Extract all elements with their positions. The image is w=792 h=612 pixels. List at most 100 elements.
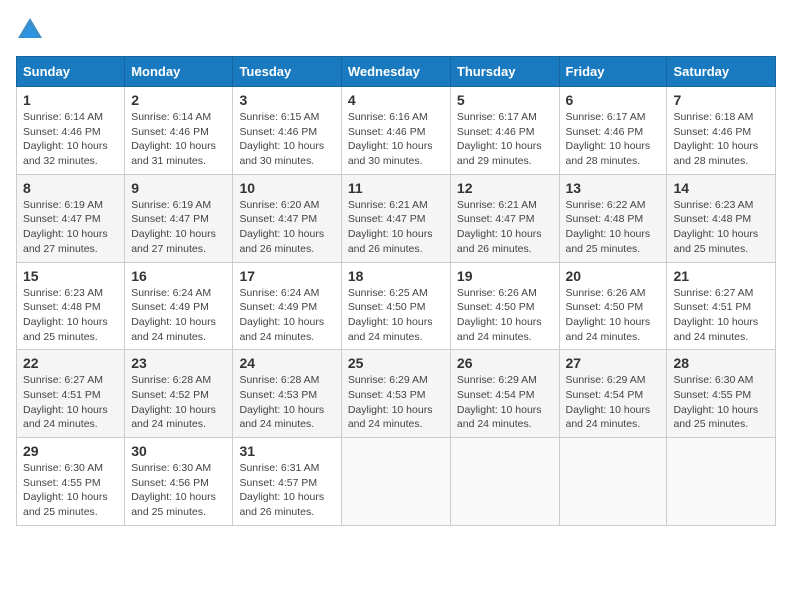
day-info: Sunrise: 6:16 AMSunset: 4:46 PMDaylight:… — [348, 110, 444, 169]
logo-icon — [16, 16, 44, 44]
calendar-cell — [667, 438, 776, 526]
day-info: Sunrise: 6:28 AMSunset: 4:53 PMDaylight:… — [239, 373, 334, 432]
calendar-cell: 4 Sunrise: 6:16 AMSunset: 4:46 PMDaylight… — [341, 87, 450, 175]
day-info: Sunrise: 6:26 AMSunset: 4:50 PMDaylight:… — [457, 286, 553, 345]
calendar-cell: 22 Sunrise: 6:27 AMSunset: 4:51 PMDayligh… — [17, 350, 125, 438]
calendar-cell: 25 Sunrise: 6:29 AMSunset: 4:53 PMDayligh… — [341, 350, 450, 438]
header-cell-thursday: Thursday — [450, 57, 559, 87]
day-info: Sunrise: 6:20 AMSunset: 4:47 PMDaylight:… — [239, 198, 334, 257]
day-info: Sunrise: 6:30 AMSunset: 4:55 PMDaylight:… — [23, 461, 118, 520]
calendar-cell: 11Sunrise: 6:21 AMSunset: 4:47 PMDayligh… — [341, 174, 450, 262]
day-info: Sunrise: 6:14 AMSunset: 4:46 PMDaylight:… — [23, 110, 118, 169]
day-info: Sunrise: 6:28 AMSunset: 4:52 PMDaylight:… — [131, 373, 226, 432]
day-info: Sunrise: 6:17 AMSunset: 4:46 PMDaylight:… — [457, 110, 553, 169]
day-number: 22 — [23, 355, 118, 371]
day-number: 31 — [239, 443, 334, 459]
day-number: 18 — [348, 268, 444, 284]
day-info: Sunrise: 6:21 AMSunset: 4:47 PMDaylight:… — [457, 198, 553, 257]
day-number: 15 — [23, 268, 118, 284]
day-info: Sunrise: 6:23 AMSunset: 4:48 PMDaylight:… — [23, 286, 118, 345]
day-number: 4 — [348, 92, 444, 108]
day-number: 1 — [23, 92, 118, 108]
day-number: 10 — [239, 180, 334, 196]
day-number: 26 — [457, 355, 553, 371]
calendar-cell: 20 Sunrise: 6:26 AMSunset: 4:50 PMDayligh… — [559, 262, 667, 350]
day-info: Sunrise: 6:25 AMSunset: 4:50 PMDaylight:… — [348, 286, 444, 345]
day-number: 17 — [239, 268, 334, 284]
calendar-week-1: 1 Sunrise: 6:14 AMSunset: 4:46 PMDaylight… — [17, 87, 776, 175]
calendar-cell — [450, 438, 559, 526]
day-number: 8 — [23, 180, 118, 196]
calendar-body: 1 Sunrise: 6:14 AMSunset: 4:46 PMDaylight… — [17, 87, 776, 526]
day-number: 29 — [23, 443, 118, 459]
header-cell-saturday: Saturday — [667, 57, 776, 87]
day-number: 12 — [457, 180, 553, 196]
day-info: Sunrise: 6:24 AMSunset: 4:49 PMDaylight:… — [131, 286, 226, 345]
day-number: 3 — [239, 92, 334, 108]
day-info: Sunrise: 6:23 AMSunset: 4:48 PMDaylight:… — [673, 198, 769, 257]
day-info: Sunrise: 6:14 AMSunset: 4:46 PMDaylight:… — [131, 110, 226, 169]
day-info: Sunrise: 6:29 AMSunset: 4:54 PMDaylight:… — [566, 373, 661, 432]
day-number: 6 — [566, 92, 661, 108]
calendar-cell: 7Sunrise: 6:18 AMSunset: 4:46 PMDaylight… — [667, 87, 776, 175]
calendar-cell: 15 Sunrise: 6:23 AMSunset: 4:48 PMDayligh… — [17, 262, 125, 350]
calendar-cell: 9Sunrise: 6:19 AMSunset: 4:47 PMDaylight… — [125, 174, 233, 262]
calendar-cell: 28 Sunrise: 6:30 AMSunset: 4:55 PMDayligh… — [667, 350, 776, 438]
calendar-cell: 17 Sunrise: 6:24 AMSunset: 4:49 PMDayligh… — [233, 262, 341, 350]
day-number: 24 — [239, 355, 334, 371]
calendar-cell: 21 Sunrise: 6:27 AMSunset: 4:51 PMDayligh… — [667, 262, 776, 350]
day-info: Sunrise: 6:17 AMSunset: 4:46 PMDaylight:… — [566, 110, 661, 169]
calendar-cell: 2 Sunrise: 6:14 AMSunset: 4:46 PMDaylight… — [125, 87, 233, 175]
day-info: Sunrise: 6:22 AMSunset: 4:48 PMDaylight:… — [566, 198, 661, 257]
day-info: Sunrise: 6:26 AMSunset: 4:50 PMDaylight:… — [566, 286, 661, 345]
calendar-cell: 30Sunrise: 6:30 AMSunset: 4:56 PMDayligh… — [125, 438, 233, 526]
day-number: 23 — [131, 355, 226, 371]
day-info: Sunrise: 6:19 AMSunset: 4:47 PMDaylight:… — [23, 198, 118, 257]
header-row: SundayMondayTuesdayWednesdayThursdayFrid… — [17, 57, 776, 87]
day-info: Sunrise: 6:29 AMSunset: 4:53 PMDaylight:… — [348, 373, 444, 432]
day-info: Sunrise: 6:15 AMSunset: 4:46 PMDaylight:… — [239, 110, 334, 169]
day-number: 27 — [566, 355, 661, 371]
day-number: 21 — [673, 268, 769, 284]
calendar-cell: 19 Sunrise: 6:26 AMSunset: 4:50 PMDayligh… — [450, 262, 559, 350]
day-number: 25 — [348, 355, 444, 371]
day-number: 9 — [131, 180, 226, 196]
calendar-cell: 10 Sunrise: 6:20 AMSunset: 4:47 PMDayligh… — [233, 174, 341, 262]
calendar-cell: 13Sunrise: 6:22 AMSunset: 4:48 PMDayligh… — [559, 174, 667, 262]
header-cell-wednesday: Wednesday — [341, 57, 450, 87]
day-number: 28 — [673, 355, 769, 371]
day-number: 19 — [457, 268, 553, 284]
day-info: Sunrise: 6:24 AMSunset: 4:49 PMDaylight:… — [239, 286, 334, 345]
calendar-cell: 6 Sunrise: 6:17 AMSunset: 4:46 PMDaylight… — [559, 87, 667, 175]
day-info: Sunrise: 6:21 AMSunset: 4:47 PMDaylight:… — [348, 198, 444, 257]
page-header — [16, 16, 776, 44]
calendar-cell: 27 Sunrise: 6:29 AMSunset: 4:54 PMDayligh… — [559, 350, 667, 438]
calendar-cell — [341, 438, 450, 526]
calendar-week-2: 8 Sunrise: 6:19 AMSunset: 4:47 PMDaylight… — [17, 174, 776, 262]
header-cell-friday: Friday — [559, 57, 667, 87]
day-number: 20 — [566, 268, 661, 284]
day-info: Sunrise: 6:31 AMSunset: 4:57 PMDaylight:… — [239, 461, 334, 520]
day-info: Sunrise: 6:30 AMSunset: 4:55 PMDaylight:… — [673, 373, 769, 432]
calendar-cell: 3 Sunrise: 6:15 AMSunset: 4:46 PMDaylight… — [233, 87, 341, 175]
calendar-week-3: 15 Sunrise: 6:23 AMSunset: 4:48 PMDayligh… — [17, 262, 776, 350]
calendar-week-5: 29 Sunrise: 6:30 AMSunset: 4:55 PMDayligh… — [17, 438, 776, 526]
calendar-cell: 8 Sunrise: 6:19 AMSunset: 4:47 PMDaylight… — [17, 174, 125, 262]
calendar-cell — [559, 438, 667, 526]
day-info: Sunrise: 6:27 AMSunset: 4:51 PMDaylight:… — [673, 286, 769, 345]
day-number: 16 — [131, 268, 226, 284]
header-cell-sunday: Sunday — [17, 57, 125, 87]
calendar-cell: 24 Sunrise: 6:28 AMSunset: 4:53 PMDayligh… — [233, 350, 341, 438]
calendar-cell: 31 Sunrise: 6:31 AMSunset: 4:57 PMDayligh… — [233, 438, 341, 526]
header-cell-monday: Monday — [125, 57, 233, 87]
calendar-cell: 16 Sunrise: 6:24 AMSunset: 4:49 PMDayligh… — [125, 262, 233, 350]
calendar-cell: 18 Sunrise: 6:25 AMSunset: 4:50 PMDayligh… — [341, 262, 450, 350]
day-number: 14 — [673, 180, 769, 196]
day-info: Sunrise: 6:27 AMSunset: 4:51 PMDaylight:… — [23, 373, 118, 432]
day-info: Sunrise: 6:18 AMSunset: 4:46 PMDaylight:… — [673, 110, 769, 169]
calendar-cell: 14 Sunrise: 6:23 AMSunset: 4:48 PMDayligh… — [667, 174, 776, 262]
calendar-cell: 12 Sunrise: 6:21 AMSunset: 4:47 PMDayligh… — [450, 174, 559, 262]
day-number: 2 — [131, 92, 226, 108]
day-number: 5 — [457, 92, 553, 108]
logo — [16, 16, 46, 44]
